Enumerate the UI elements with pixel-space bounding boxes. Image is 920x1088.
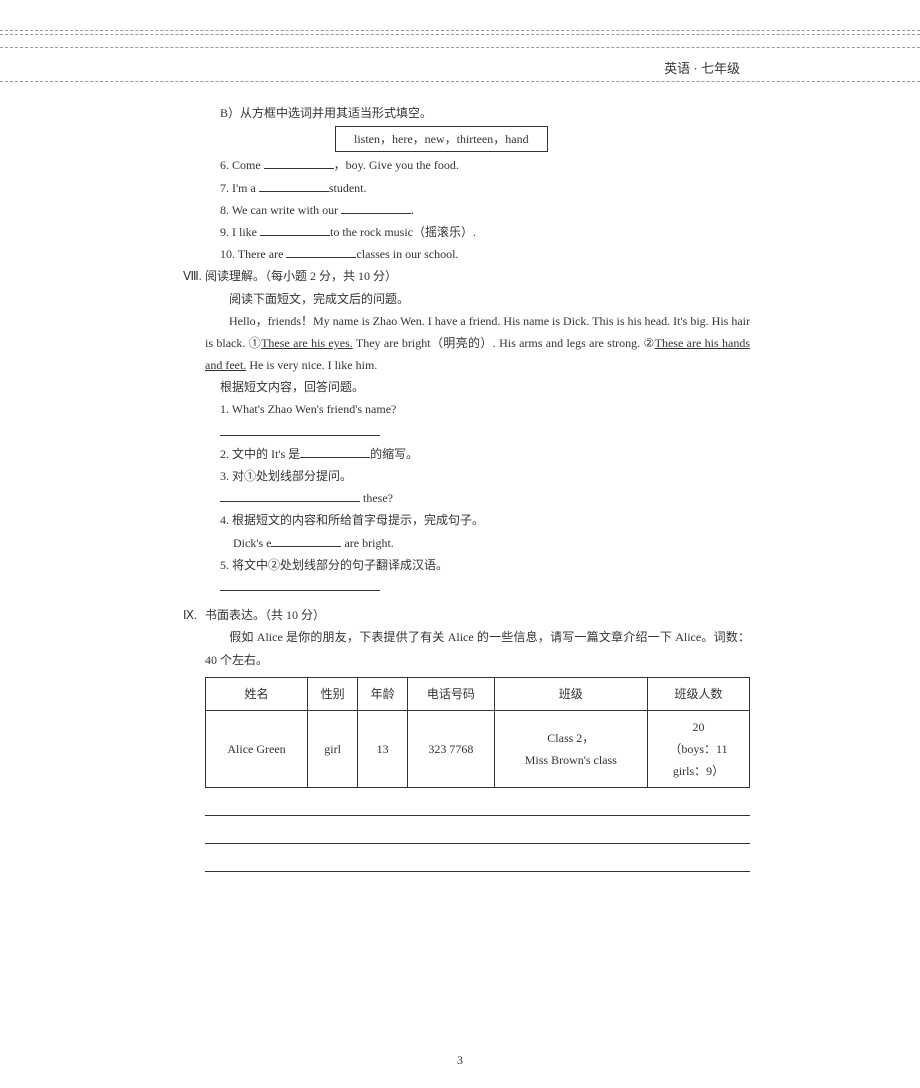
section-viii-header: Ⅷ. 阅读理解。（每小题 2 分，共 10 分）: [205, 265, 750, 287]
q9-pre: 9. I like: [220, 225, 260, 239]
page-number: 3: [0, 1053, 920, 1068]
q7-post: student.: [329, 181, 367, 195]
q6-blank[interactable]: [264, 157, 334, 169]
underline-1: These are his eyes.: [261, 336, 353, 350]
word-box-row: listen，here，new，thirteen，hand: [205, 124, 750, 154]
viii-q4-blank[interactable]: [271, 535, 341, 547]
section-viii-title: 阅读理解。（每小题 2 分，共 10 分）: [205, 265, 397, 287]
header-title: 英语 · 七年级: [0, 48, 920, 81]
viii-q2-pre: 2. 文中的 It's 是: [220, 447, 300, 461]
viii-q5: 5. 将文中②处划线部分的句子翻译成汉语。: [205, 554, 750, 576]
viii-q1-answer[interactable]: [205, 421, 750, 443]
question-8: 8. We can write with our .: [205, 199, 750, 221]
td-class-l1: Class 2，: [499, 727, 643, 749]
q6-pre: 6. Come: [220, 158, 264, 172]
table-row: Alice Green girl 13 323 7768 Class 2， Mi…: [206, 710, 750, 788]
section-viii-num: Ⅷ.: [183, 265, 205, 287]
th-phone: 电话号码: [408, 677, 494, 710]
td-count-l2: （boys：11: [652, 738, 745, 760]
section-ix-header: Ⅸ. 书面表达。（共 10 分）: [205, 604, 750, 626]
td-count-l1: 20: [652, 716, 745, 738]
question-6: 6. Come ，boy. Give you the food.: [205, 154, 750, 176]
q10-blank[interactable]: [286, 246, 356, 258]
section-ix-instr-text: 假如 Alice 是你的朋友，下表提供了有关 Alice 的一些信息，请写一篇文…: [205, 630, 750, 666]
viii-q3-answer[interactable]: these?: [205, 487, 750, 509]
section-viii-after: 根据短文内容，回答问题。: [205, 376, 750, 398]
section-ix-num: Ⅸ.: [183, 604, 205, 626]
writing-line-1[interactable]: [205, 796, 750, 816]
q8-post: .: [411, 203, 414, 217]
reading-passage: Hello，friends！My name is Zhao Wen. I hav…: [205, 310, 750, 377]
q8-blank[interactable]: [341, 202, 411, 214]
viii-q4-post: are bright.: [341, 536, 393, 550]
q8-pre: 8. We can write with our: [220, 203, 341, 217]
question-7: 7. I'm a student.: [205, 177, 750, 199]
td-age: 13: [358, 710, 408, 788]
q9-blank[interactable]: [260, 224, 330, 236]
section-viii-instr: 阅读下面短文，完成文后的问题。: [205, 288, 750, 310]
q7-pre: 7. I'm a: [220, 181, 259, 195]
th-name: 姓名: [206, 677, 308, 710]
viii-q3: 3. 对①处划线部分提问。: [205, 465, 750, 487]
viii-q3-post: these?: [360, 491, 393, 505]
viii-q4-line: Dick's e are bright.: [205, 532, 750, 554]
viii-q2: 2. 文中的 It's 是 的缩写。: [205, 443, 750, 465]
question-9: 9. I like to the rock music（摇滚乐）.: [205, 221, 750, 243]
td-count: 20 （boys：11 girls：9）: [648, 710, 750, 788]
th-class: 班级: [494, 677, 647, 710]
writing-line-2[interactable]: [205, 824, 750, 844]
q7-blank[interactable]: [259, 180, 329, 192]
writing-line-3[interactable]: [205, 852, 750, 872]
viii-q4-pre: Dick's e: [233, 536, 271, 550]
worksheet-content: B）从方框中选词并用其适当形式填空。 listen，here，new，thirt…: [0, 82, 920, 872]
td-class-l2: Miss Brown's class: [499, 749, 643, 771]
th-gender: 性别: [308, 677, 358, 710]
section-ix-title: 书面表达。（共 10 分）: [205, 604, 325, 626]
viii-q4: 4. 根据短文的内容和所给首字母提示，完成句子。: [205, 509, 750, 531]
info-table: 姓名 性别 年龄 电话号码 班级 班级人数 Alice Green girl 1…: [205, 677, 750, 789]
viii-q5-answer[interactable]: [205, 576, 750, 598]
section-b-label: B）从方框中选词并用其适当形式填空。: [205, 102, 750, 124]
td-name: Alice Green: [206, 710, 308, 788]
question-10: 10. There are classes in our school.: [205, 243, 750, 265]
section-ix-instr: 假如 Alice 是你的朋友，下表提供了有关 Alice 的一些信息，请写一篇文…: [205, 626, 750, 670]
td-gender: girl: [308, 710, 358, 788]
viii-q2-post: 的缩写。: [370, 447, 418, 461]
q10-pre: 10. There are: [220, 247, 286, 261]
q10-post: classes in our school.: [356, 247, 458, 261]
td-class: Class 2， Miss Brown's class: [494, 710, 647, 788]
td-phone: 323 7768: [408, 710, 494, 788]
th-age: 年龄: [358, 677, 408, 710]
q9-post: to the rock music（摇滚乐）.: [330, 225, 476, 239]
table-header-row: 姓名 性别 年龄 电话号码 班级 班级人数: [206, 677, 750, 710]
viii-q2-blank[interactable]: [300, 446, 370, 458]
th-count: 班级人数: [648, 677, 750, 710]
page-header: 英语 · 七年级: [0, 0, 920, 82]
td-count-l3: girls：9）: [652, 760, 745, 782]
word-box: listen，here，new，thirteen，hand: [335, 126, 548, 152]
viii-q1: 1. What's Zhao Wen's friend's name?: [205, 398, 750, 420]
q6-post: ，boy. Give you the food.: [334, 158, 459, 172]
